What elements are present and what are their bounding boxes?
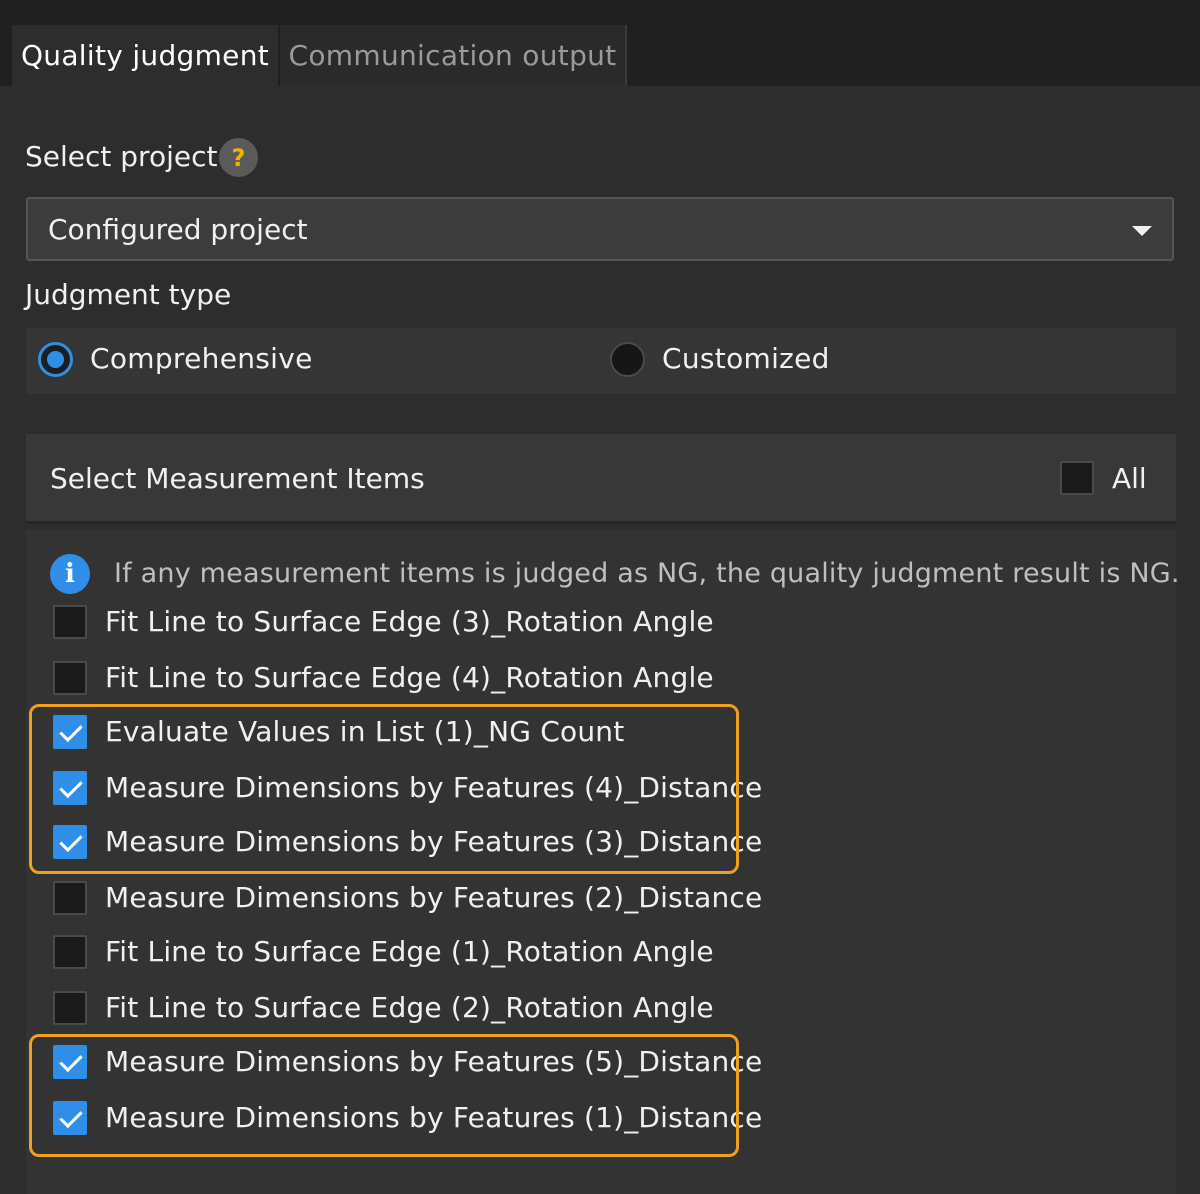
item-label[interactable]: Fit Line to Surface Edge (2)_Rotation An… <box>105 991 714 1024</box>
help-icon[interactable]: ? <box>219 138 258 177</box>
judgment-type-radio-group: Comprehensive Customized <box>26 328 1176 394</box>
measurement-section-header: Select Measurement Items All <box>26 434 1176 524</box>
item-checkbox[interactable] <box>53 881 87 915</box>
radio-customized[interactable] <box>610 342 645 377</box>
info-icon: i <box>50 554 90 594</box>
item-checkbox[interactable] <box>53 991 87 1025</box>
select-project-label: Select project <box>25 140 218 173</box>
measurement-section-title: Select Measurement Items <box>50 462 425 495</box>
project-dropdown[interactable]: Configured project <box>26 197 1174 261</box>
highlight-box <box>29 1034 739 1157</box>
radio-customized-label[interactable]: Customized <box>662 342 830 375</box>
list-item[interactable]: Fit Line to Surface Edge (2)_Rotation An… <box>26 985 1176 1035</box>
tab-bar: Quality judgment Communication output <box>0 0 1200 86</box>
info-message: If any measurement items is judged as NG… <box>114 558 1180 589</box>
list-item[interactable]: Fit Line to Surface Edge (4)_Rotation An… <box>26 655 1176 705</box>
quality-judgment-panel: Quality judgment Communication output Se… <box>0 0 1200 1194</box>
select-all-checkbox[interactable] <box>1060 461 1094 495</box>
item-checkbox[interactable] <box>53 935 87 969</box>
highlight-box <box>29 704 739 874</box>
select-all-label[interactable]: All <box>1112 462 1147 495</box>
list-item[interactable]: Measure Dimensions by Features (2)_Dista… <box>26 875 1176 925</box>
item-label[interactable]: Fit Line to Surface Edge (3)_Rotation An… <box>105 605 714 638</box>
tab-quality-judgment[interactable]: Quality judgment <box>12 25 278 86</box>
item-checkbox[interactable] <box>53 605 87 639</box>
item-label[interactable]: Measure Dimensions by Features (2)_Dista… <box>105 881 762 914</box>
radio-comprehensive-label[interactable]: Comprehensive <box>90 342 313 375</box>
list-item[interactable]: Fit Line to Surface Edge (1)_Rotation An… <box>26 929 1176 979</box>
chevron-down-icon <box>1132 226 1152 236</box>
judgment-type-label: Judgment type <box>25 278 232 311</box>
item-checkbox[interactable] <box>53 661 87 695</box>
radio-comprehensive[interactable] <box>38 342 73 377</box>
tab-communication-output[interactable]: Communication output <box>280 25 627 86</box>
item-label[interactable]: Fit Line to Surface Edge (1)_Rotation An… <box>105 935 714 968</box>
project-dropdown-value: Configured project <box>48 212 308 246</box>
list-item[interactable]: Fit Line to Surface Edge (3)_Rotation An… <box>26 599 1176 649</box>
item-label[interactable]: Fit Line to Surface Edge (4)_Rotation An… <box>105 661 714 694</box>
